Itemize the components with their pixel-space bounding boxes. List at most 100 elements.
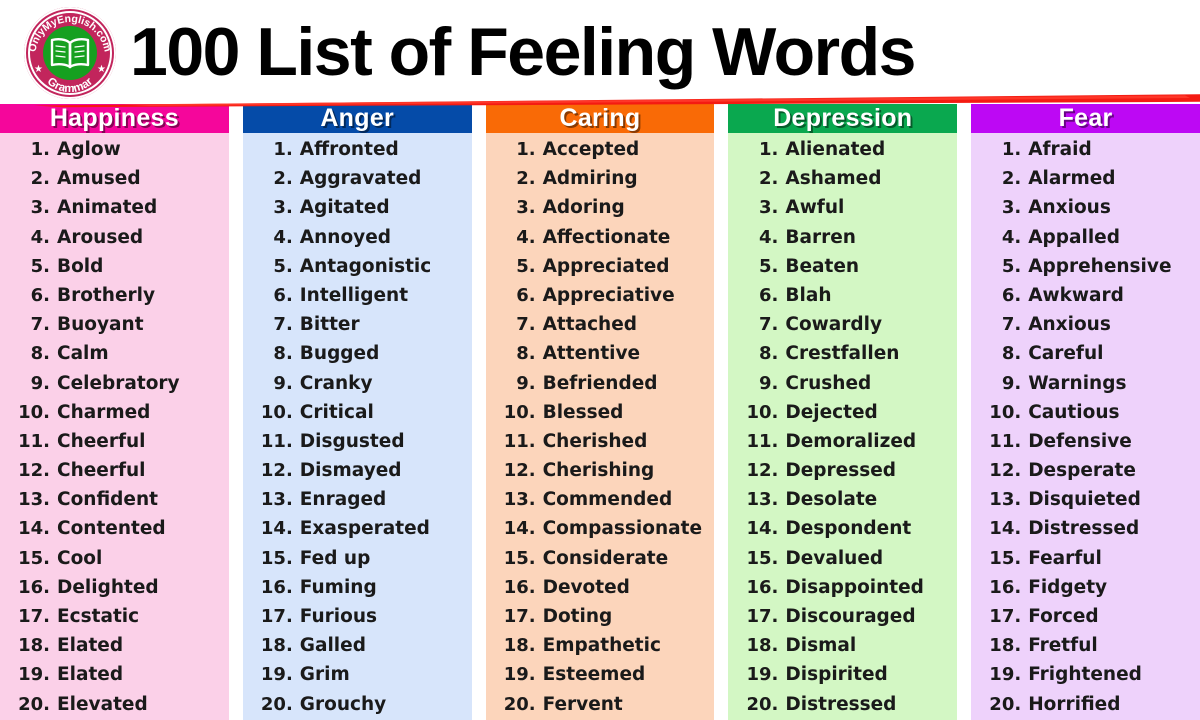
list-item-word: Afraid bbox=[1028, 139, 1092, 160]
list-item-number: 16. bbox=[260, 576, 293, 598]
list-item: 7. Bitter bbox=[243, 314, 472, 343]
list-item-word: Dismal bbox=[785, 635, 857, 657]
list-item: 12. Depressed bbox=[728, 460, 957, 489]
list-item-number: 10. bbox=[260, 401, 293, 423]
list-item-number: 11. bbox=[989, 430, 1022, 452]
list-item-number: 6. bbox=[759, 284, 779, 306]
list-item: 10. Cautious bbox=[971, 402, 1200, 431]
list-item: 6. Intelligent bbox=[243, 285, 472, 314]
list-item-number: 10. bbox=[18, 401, 50, 423]
column-body: 1. Alienated 2. Ashamed 3. Awful 4. Barren 5. Bea… bbox=[728, 133, 958, 720]
list-item-word: Apprehensive bbox=[1028, 255, 1172, 277]
list-item-word: Exasperated bbox=[299, 518, 430, 540]
list-item: 20. Horrified bbox=[971, 694, 1200, 720]
list-item-word: Ashamed bbox=[785, 168, 882, 190]
list-item-word: Fuming bbox=[299, 576, 377, 598]
list-item-word: Befriended bbox=[542, 372, 658, 394]
list-item-word: Brotherly bbox=[57, 284, 156, 306]
list-item-number: 20. bbox=[746, 693, 779, 715]
list-item-word: Delighted bbox=[57, 576, 159, 598]
list-item-number: 1. bbox=[273, 139, 293, 160]
list-item-word: Aroused bbox=[57, 226, 144, 248]
list-item-word: Enraged bbox=[299, 489, 387, 511]
list-item-number: 13. bbox=[989, 489, 1022, 511]
list-item-word: Appalled bbox=[1028, 226, 1120, 248]
list-item-number: 1. bbox=[30, 139, 50, 160]
list-item-number: 2. bbox=[273, 168, 293, 190]
list-item-word: Charmed bbox=[57, 401, 151, 423]
list-item-word: Anxious bbox=[1028, 314, 1111, 336]
list-item-number: 5. bbox=[30, 255, 50, 277]
list-item: 15. Cool bbox=[0, 548, 229, 577]
list-item: 2. Alarmed bbox=[971, 168, 1200, 197]
list-item: 1. Aglow bbox=[0, 139, 229, 168]
word-column-depression: Depression 1. Alienated 2. Ashamed 3. Awful 4. B… bbox=[728, 104, 958, 720]
list-item: 17. Doting bbox=[486, 606, 715, 635]
list-item: 9. Cranky bbox=[243, 373, 472, 402]
list-item-word: Confident bbox=[57, 489, 158, 511]
list-item-word: Galled bbox=[299, 635, 366, 657]
list-item-word: Considerate bbox=[542, 547, 669, 569]
list-item-word: Defensive bbox=[1028, 430, 1132, 452]
list-item: 11. Cheerful bbox=[0, 431, 229, 460]
column-body: 1. Affronted 2. Aggravated 3. Agitated 4. Annoy… bbox=[242, 133, 472, 720]
list-item-word: Awkward bbox=[1028, 284, 1124, 306]
list-item-number: 11. bbox=[746, 430, 779, 452]
list-item: 7. Anxious bbox=[971, 314, 1200, 343]
list-item-number: 9. bbox=[759, 372, 779, 394]
list-item-number: 2. bbox=[759, 168, 779, 190]
word-column-happiness: Happiness 1. Aglow 2. Amused 3. Animated 4. Arou… bbox=[0, 104, 229, 720]
list-item-word: Cowardly bbox=[785, 314, 883, 336]
list-item-word: Disappointed bbox=[785, 576, 924, 598]
star-icon-right: ★ bbox=[97, 64, 106, 75]
list-item-word: Bold bbox=[57, 255, 104, 277]
list-item-word: Crushed bbox=[785, 372, 872, 394]
list-item-word: Compassionate bbox=[542, 518, 703, 540]
list-item-number: 14. bbox=[746, 518, 779, 540]
list-item-number: 4. bbox=[273, 226, 293, 248]
list-item: 10. Charmed bbox=[0, 402, 229, 431]
list-item: 6. Brotherly bbox=[0, 285, 229, 314]
column-body: 1. Accepted 2. Admiring 3. Adoring 4. Affection… bbox=[485, 133, 715, 720]
list-item-word: Alarmed bbox=[1028, 168, 1116, 190]
list-item-number: 16. bbox=[503, 576, 536, 598]
list-item-word: Bugged bbox=[299, 343, 380, 365]
list-item-word: Blessed bbox=[542, 401, 624, 423]
list-item: 11. Demoralized bbox=[728, 431, 957, 460]
list-item: 17. Ecstatic bbox=[0, 606, 229, 635]
list-item: 13. Commended bbox=[486, 489, 715, 518]
list-item-number: 17. bbox=[989, 606, 1022, 627]
list-item-word: Fearful bbox=[1028, 547, 1102, 569]
list-item-number: 8. bbox=[30, 343, 50, 365]
list-item-number: 11. bbox=[18, 430, 50, 452]
list-item-word: Forced bbox=[1028, 606, 1099, 627]
list-item-word: Fretful bbox=[1028, 635, 1098, 657]
list-item-number: 2. bbox=[516, 168, 536, 190]
list-item: 8. Bugged bbox=[243, 343, 472, 372]
list-item-number: 14. bbox=[989, 518, 1022, 540]
list-item-number: 14. bbox=[18, 518, 50, 540]
list-item-number: 20. bbox=[503, 693, 536, 715]
list-item-number: 19. bbox=[746, 664, 779, 686]
list-item-number: 16. bbox=[989, 576, 1022, 598]
list-item-word: Adoring bbox=[542, 197, 625, 219]
list-item: 19. Grim bbox=[243, 664, 472, 693]
list-item-number: 19. bbox=[260, 664, 293, 686]
list-item: 15. Fearful bbox=[971, 548, 1200, 577]
list-item-number: 11. bbox=[260, 430, 293, 452]
list-item-word: Cherished bbox=[542, 430, 648, 452]
list-item: 3. Agitated bbox=[243, 197, 472, 226]
list-item-number: 4. bbox=[516, 226, 536, 248]
list-item-word: Antagonistic bbox=[299, 255, 432, 277]
list-item-number: 19. bbox=[18, 664, 50, 686]
list-item-word: Accepted bbox=[542, 139, 640, 160]
list-item: 18. Fretful bbox=[971, 635, 1200, 664]
list-item-number: 4. bbox=[30, 226, 50, 248]
list-item-word: Cherishing bbox=[542, 460, 655, 482]
list-item-word: Careful bbox=[1028, 343, 1104, 365]
list-item: 11. Disgusted bbox=[243, 431, 472, 460]
list-item-number: 5. bbox=[516, 255, 536, 277]
list-item: 19. Esteemed bbox=[486, 664, 715, 693]
list-item: 17. Forced bbox=[971, 606, 1200, 635]
list-item-number: 18. bbox=[18, 635, 50, 657]
